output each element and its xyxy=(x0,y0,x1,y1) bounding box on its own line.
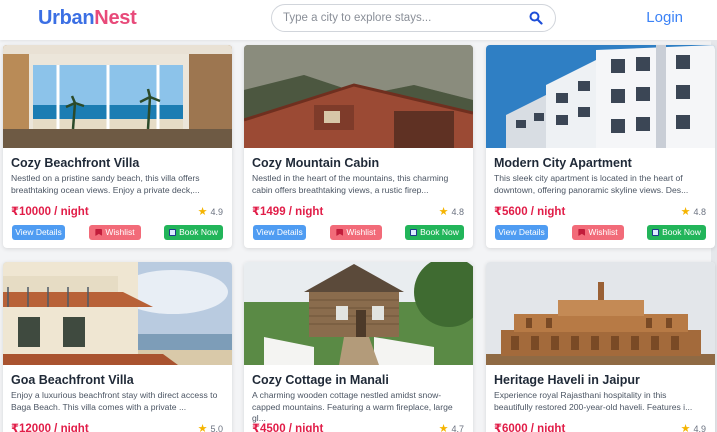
wishlist-label: Wishlist xyxy=(346,227,376,237)
bookmark-icon xyxy=(578,229,586,236)
rating-value: 4.7 xyxy=(451,424,464,432)
listing-description: Nestled on a pristine sandy beach, this … xyxy=(11,173,200,195)
wishlist-button[interactable]: Wishlist xyxy=(330,225,382,240)
listing-title[interactable]: Cozy Beachfront Villa xyxy=(11,156,139,170)
star-icon: ★ xyxy=(197,423,208,432)
listing-title[interactable]: Goa Beachfront Villa xyxy=(11,373,134,387)
top-navbar: UrbanNest Type a city to explore stays..… xyxy=(0,0,717,40)
rating-value: 4.8 xyxy=(451,207,464,217)
listing-price: ₹10000 / night xyxy=(11,206,89,218)
logo-text-nest: Nest xyxy=(94,7,137,29)
star-icon: ★ xyxy=(438,423,449,432)
calendar-icon xyxy=(652,229,660,236)
listing-card[interactable]: Heritage Haveli in Jaipur Experience roy… xyxy=(486,262,715,432)
listing-rating: ★ 4.7 xyxy=(439,422,464,432)
bookmark-icon xyxy=(95,229,103,236)
view-details-button[interactable]: View Details xyxy=(12,225,65,240)
brand-logo[interactable]: UrbanNest xyxy=(38,7,137,30)
calendar-icon xyxy=(169,229,177,236)
book-now-label: Book Now xyxy=(662,227,701,237)
search-input[interactable]: Type a city to explore stays... xyxy=(271,4,556,32)
listing-description: Nestled in the heart of the mountains, t… xyxy=(252,173,449,195)
listing-card[interactable]: Modern City Apartment This sleek city ap… xyxy=(486,45,715,248)
listing-photo[interactable] xyxy=(486,262,715,365)
wishlist-button[interactable]: Wishlist xyxy=(572,225,624,240)
star-icon: ★ xyxy=(438,206,449,218)
rating-value: 5.0 xyxy=(210,424,223,432)
star-icon: ★ xyxy=(680,206,691,218)
listing-rating: ★ 4.9 xyxy=(198,205,223,218)
listing-card[interactable]: Cozy Mountain Cabin Nestled in the heart… xyxy=(244,45,473,248)
listing-rating: ★ 4.9 xyxy=(681,422,706,432)
listing-photo[interactable] xyxy=(244,262,473,365)
wishlist-label: Wishlist xyxy=(588,227,618,237)
login-link[interactable]: Login xyxy=(646,9,683,26)
listing-photo[interactable] xyxy=(244,45,473,148)
listing-price: ₹5600 / night xyxy=(494,206,566,218)
wishlist-button[interactable]: Wishlist xyxy=(89,225,141,240)
listing-card[interactable]: Goa Beachfront Villa Enjoy a luxurious b… xyxy=(3,262,232,432)
listing-photo[interactable] xyxy=(3,45,232,148)
rating-value: 4.8 xyxy=(693,207,706,217)
listing-title[interactable]: Modern City Apartment xyxy=(494,156,632,170)
listing-title[interactable]: Cozy Mountain Cabin xyxy=(252,156,379,170)
book-now-label: Book Now xyxy=(420,227,459,237)
listing-photo[interactable] xyxy=(3,262,232,365)
view-details-button[interactable]: View Details xyxy=(253,225,306,240)
listing-photo[interactable] xyxy=(486,45,715,148)
book-now-button[interactable]: Book Now xyxy=(405,225,464,240)
listing-rating: ★ 4.8 xyxy=(681,205,706,218)
listing-price: ₹1499 / night xyxy=(252,206,324,218)
calendar-icon xyxy=(410,229,418,236)
listing-price: ₹12000 / night xyxy=(11,423,89,432)
listing-title[interactable]: Heritage Haveli in Jaipur xyxy=(494,373,640,387)
star-icon: ★ xyxy=(197,206,208,218)
rating-value: 4.9 xyxy=(693,424,706,432)
listing-rating: ★ 5.0 xyxy=(198,422,223,432)
listing-card[interactable]: Cozy Beachfront Villa Nestled on a prist… xyxy=(3,45,232,248)
wishlist-label: Wishlist xyxy=(105,227,135,237)
rating-value: 4.9 xyxy=(210,207,223,217)
listing-price: ₹6000 / night xyxy=(494,423,566,432)
listing-description: Enjoy a luxurious beachfront stay with d… xyxy=(11,390,218,412)
listing-description: A charming wooden cottage nestled amidst… xyxy=(252,390,453,423)
book-now-button[interactable]: Book Now xyxy=(164,225,223,240)
search-icon[interactable] xyxy=(529,11,543,25)
listing-card[interactable]: Cozy Cottage in Manali A charming wooden… xyxy=(244,262,473,432)
book-now-label: Book Now xyxy=(179,227,218,237)
star-icon: ★ xyxy=(680,423,691,432)
search-placeholder: Type a city to explore stays... xyxy=(283,12,432,24)
bookmark-icon xyxy=(336,229,344,236)
book-now-button[interactable]: Book Now xyxy=(647,225,706,240)
view-details-button[interactable]: View Details xyxy=(495,225,548,240)
listing-price: ₹4500 / night xyxy=(252,423,324,432)
listing-title[interactable]: Cozy Cottage in Manali xyxy=(252,373,389,387)
listing-description: Experience royal Rajasthani hospitality … xyxy=(494,390,693,412)
listing-description: This sleek city apartment is located in … xyxy=(494,173,689,195)
listing-rating: ★ 4.8 xyxy=(439,205,464,218)
logo-text-urban: Urban xyxy=(38,7,95,29)
